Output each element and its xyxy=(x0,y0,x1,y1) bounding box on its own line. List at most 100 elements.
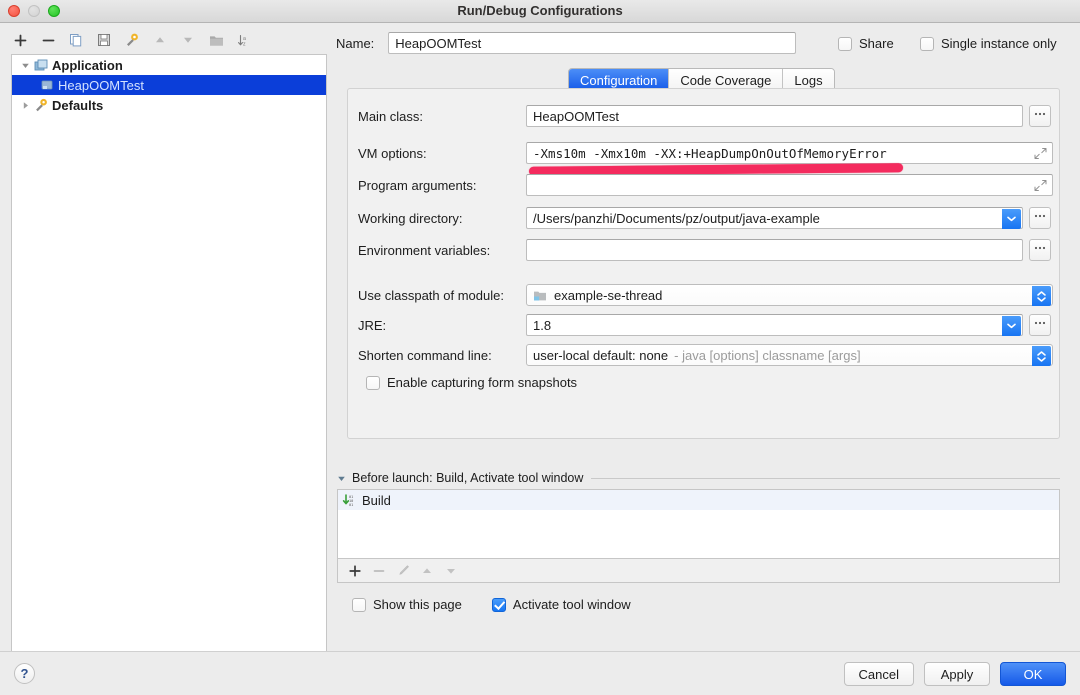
build-icon: 01 10 01 xyxy=(342,493,356,507)
working-directory-input[interactable]: /Users/panzhi/Documents/pz/output/java-e… xyxy=(526,207,1023,229)
chevron-down-icon[interactable] xyxy=(1002,316,1021,336)
jre-input[interactable]: 1.8 xyxy=(526,314,1023,336)
tree-node-application[interactable]: Application xyxy=(12,55,326,75)
copy-configuration-button[interactable] xyxy=(64,29,88,51)
single-instance-only-checkbox-box[interactable] xyxy=(920,36,934,51)
remove-configuration-button[interactable] xyxy=(36,29,60,51)
stepper-icon[interactable] xyxy=(1032,286,1051,306)
chevron-down-icon[interactable] xyxy=(1002,209,1021,229)
expand-icon[interactable] xyxy=(1034,179,1047,192)
title-bar: Run/Debug Configurations xyxy=(0,0,1080,23)
vm-options-row: VM options: -Xms10m -Xmx10m -XX:+HeapDum… xyxy=(358,142,1053,164)
tree-node-label: HeapOOMTest xyxy=(58,77,144,93)
working-directory-row: Working directory: /Users/panzhi/Documen… xyxy=(358,207,1051,229)
use-classpath-of-module-row: Use classpath of module: example-se-thre… xyxy=(358,284,1053,306)
expand-icon[interactable] xyxy=(1034,147,1047,160)
module-icon xyxy=(533,289,547,302)
shorten-command-line-value: user-local default: none xyxy=(533,347,669,363)
configurations-tree[interactable]: Application HeapOOMTest Defaults xyxy=(11,54,327,652)
application-icon xyxy=(32,59,50,72)
tree-node-label: Defaults xyxy=(52,97,104,113)
before-launch-task-row[interactable]: 01 10 01 Build xyxy=(338,490,1059,510)
share-checkbox-box[interactable] xyxy=(838,36,852,51)
shorten-command-line-hint: - java [options] classname [args] xyxy=(674,347,861,363)
jre-label: JRE: xyxy=(358,317,387,333)
tree-node-heapoomtest[interactable]: HeapOOMTest xyxy=(12,75,326,95)
single-instance-only-checkbox[interactable]: Single instance only xyxy=(920,36,1057,51)
program-arguments-row: Program arguments: xyxy=(358,174,1053,196)
show-this-page-label: Show this page xyxy=(373,597,462,612)
show-this-page-checkbox[interactable]: Show this page xyxy=(352,597,462,612)
show-this-page-box[interactable] xyxy=(352,597,366,612)
use-classpath-of-module-combo[interactable]: example-se-thread xyxy=(526,284,1053,306)
defaults-wrench-icon xyxy=(32,98,50,112)
environment-variables-input[interactable] xyxy=(526,239,1023,261)
activate-tool-window-box[interactable] xyxy=(491,597,506,612)
chevron-down-icon[interactable] xyxy=(18,61,32,70)
chevron-down-icon[interactable] xyxy=(337,474,346,483)
before-launch-header[interactable]: Before launch: Build, Activate tool wind… xyxy=(337,471,1060,485)
before-launch-toolbar xyxy=(337,559,1060,583)
move-down-button[interactable] xyxy=(176,29,200,51)
program-arguments-label: Program arguments: xyxy=(358,177,477,193)
vm-options-label: VM options: xyxy=(358,145,427,161)
environment-variables-row: Environment variables: xyxy=(358,239,1051,261)
tree-node-defaults[interactable]: Defaults xyxy=(12,95,326,115)
ok-button[interactable]: OK xyxy=(1000,662,1066,686)
cancel-button[interactable]: Cancel xyxy=(843,662,914,686)
working-directory-browse-button[interactable] xyxy=(1029,207,1051,229)
main-class-browse-button[interactable] xyxy=(1029,105,1051,127)
run-config-icon xyxy=(38,79,56,91)
shorten-command-line-label: Shorten command line: xyxy=(358,347,492,363)
activate-tool-window-label: Activate tool window xyxy=(512,597,631,612)
working-directory-value: /Users/panzhi/Documents/pz/output/java-e… xyxy=(533,210,820,226)
jre-browse-button[interactable] xyxy=(1029,314,1051,336)
window-title: Run/Debug Configurations xyxy=(457,3,623,18)
before-launch-task-list[interactable]: 01 10 01 Build xyxy=(337,489,1060,559)
enable-capturing-form-snapshots-box[interactable] xyxy=(366,375,380,390)
main-class-label: Main class: xyxy=(358,108,424,124)
remove-task-button[interactable] xyxy=(368,561,390,581)
shorten-command-line-row: Shorten command line: user-local default… xyxy=(358,344,1053,366)
footer-buttons: Cancel Apply OK xyxy=(843,662,1066,686)
vm-options-input[interactable]: -Xms10m -Xmx10m -XX:+HeapDumpOnOutOfMemo… xyxy=(526,142,1053,164)
sort-az-button[interactable]: a z xyxy=(232,29,256,51)
chevron-right-icon[interactable] xyxy=(18,101,32,110)
name-input[interactable]: HeapOOMTest xyxy=(388,32,797,54)
environment-variables-browse-button[interactable] xyxy=(1029,239,1051,261)
vm-options-value: -Xms10m -Xmx10m -XX:+HeapDumpOnOutOfMemo… xyxy=(533,145,887,161)
use-classpath-of-module-value: example-se-thread xyxy=(554,287,663,303)
svg-text:01: 01 xyxy=(349,502,353,506)
share-checkbox[interactable]: Share xyxy=(838,36,894,51)
move-up-button[interactable] xyxy=(148,29,172,51)
help-button[interactable]: ? xyxy=(14,663,35,684)
enable-capturing-form-snapshots-checkbox[interactable]: Enable capturing form snapshots xyxy=(366,375,577,390)
move-task-down-button[interactable] xyxy=(440,561,462,581)
new-folder-button[interactable] xyxy=(204,29,228,51)
add-task-button[interactable] xyxy=(344,561,366,581)
main-class-input[interactable]: HeapOOMTest xyxy=(526,105,1023,127)
shorten-command-line-combo[interactable]: user-local default: none - java [options… xyxy=(526,344,1053,366)
divider xyxy=(591,477,1060,479)
apply-button[interactable]: Apply xyxy=(924,662,990,686)
before-launch-header-label: Before launch: Build, Activate tool wind… xyxy=(352,471,584,485)
jre-value: 1.8 xyxy=(533,317,552,333)
main-class-row: Main class: HeapOOMTest xyxy=(358,105,1051,127)
tree-node-label: Application xyxy=(52,57,123,73)
svg-text:z: z xyxy=(243,41,246,46)
single-instance-only-checkbox-label: Single instance only xyxy=(941,36,1057,51)
edit-task-pencil-button[interactable] xyxy=(392,561,414,581)
configuration-name-row: Name: HeapOOMTest xyxy=(336,32,797,54)
before-launch-task-label: Build xyxy=(362,492,391,508)
footer-checkboxes: Show this page Activate tool window xyxy=(352,597,631,612)
edit-defaults-wrench-button[interactable] xyxy=(120,29,144,51)
move-task-up-button[interactable] xyxy=(416,561,438,581)
jre-row: JRE: 1.8 xyxy=(358,314,1051,336)
add-configuration-button[interactable] xyxy=(8,29,32,51)
stepper-icon[interactable] xyxy=(1032,346,1051,366)
use-classpath-of-module-label: Use classpath of module: xyxy=(358,287,504,303)
environment-variables-label: Environment variables: xyxy=(358,242,491,258)
save-configuration-button[interactable] xyxy=(92,29,116,51)
activate-tool-window-checkbox[interactable]: Activate tool window xyxy=(491,597,631,612)
program-arguments-input[interactable] xyxy=(526,174,1053,196)
